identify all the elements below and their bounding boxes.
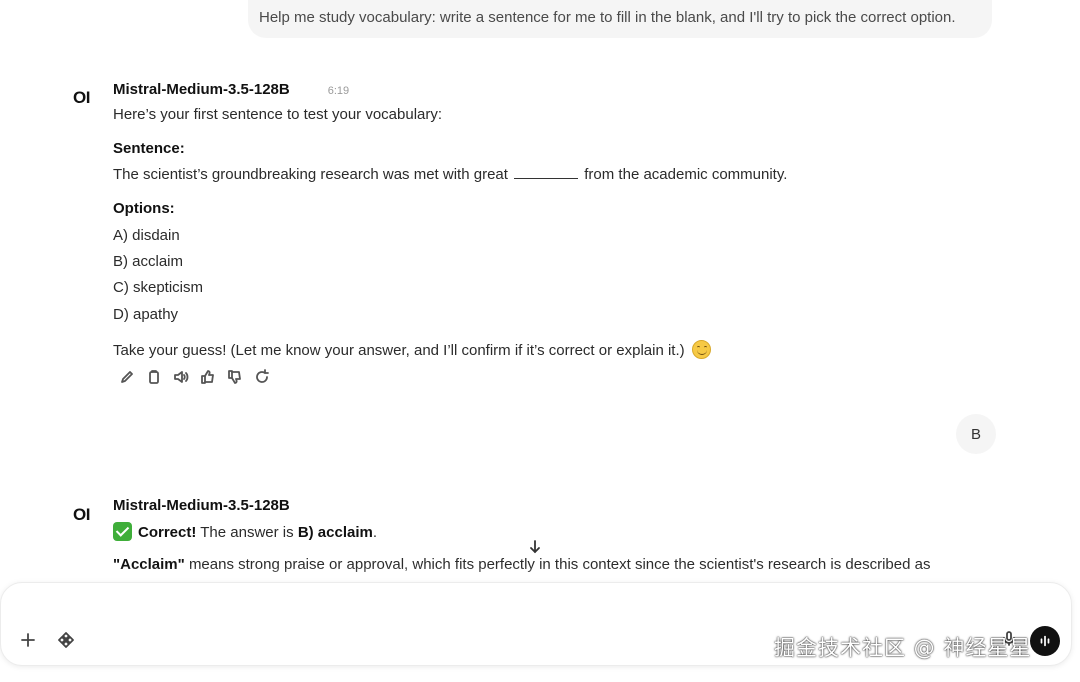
sentence-text: The scientist’s groundbreaking research …: [113, 166, 788, 183]
message-header: Mistral-Medium-3.5-128B 6:19: [113, 81, 1013, 103]
model-name: Mistral-Medium-3.5-128B: [113, 497, 290, 514]
option-c: C) skepticism: [113, 279, 204, 296]
integrations-icon[interactable]: [55, 629, 77, 651]
model-name: Mistral-Medium-3.5-128B: [113, 81, 290, 98]
scroll-down-arrow-icon[interactable]: [524, 536, 546, 558]
user-message-2: B: [956, 414, 996, 454]
assistant-message-2: Mistral-Medium-3.5-128B Correct! The ans…: [113, 497, 1013, 577]
user-message-1: Help me study vocabulary: write a senten…: [248, 0, 992, 38]
user-message-text: B: [970, 425, 981, 443]
option-a: A) disdain: [113, 227, 180, 244]
regenerate-icon[interactable]: [253, 368, 271, 386]
smile-emoji-icon: [691, 340, 711, 359]
thumbs-up-icon[interactable]: [199, 368, 217, 386]
model-avatar: OI: [73, 505, 90, 524]
options-heading: Options:: [113, 200, 175, 217]
assistant-message-1: Mistral-Medium-3.5-128B 6:19 Here’s your…: [113, 81, 1013, 371]
thumbs-down-icon[interactable]: [226, 368, 244, 386]
model-avatar: OI: [73, 88, 90, 107]
message-header: Mistral-Medium-3.5-128B: [113, 497, 1013, 519]
closing-text: Take your guess! (Let me know your answe…: [113, 340, 711, 359]
option-d: D) apathy: [113, 306, 179, 323]
edit-icon[interactable]: [118, 368, 136, 386]
copy-icon[interactable]: [145, 368, 163, 386]
intro-text: Here’s your first sentence to test your …: [113, 106, 443, 123]
message-input[interactable]: [17, 593, 1017, 623]
plus-icon[interactable]: [17, 629, 39, 651]
message-actions: [118, 368, 271, 386]
sentence-heading: Sentence:: [113, 140, 185, 157]
message-time: 6:19: [327, 85, 350, 97]
voice-mode-button[interactable]: [1030, 626, 1060, 656]
option-b: B) acclaim: [113, 253, 184, 270]
check-mark-icon: [113, 522, 132, 541]
fill-blank: [514, 167, 579, 179]
watermark-text: 掘金技术社区 @ 神经星星: [774, 636, 1032, 660]
user-message-text: Help me study vocabulary: write a senten…: [259, 9, 956, 26]
speaker-icon[interactable]: [172, 368, 190, 386]
correct-line: Correct! The answer is B) acclaim.: [113, 522, 377, 541]
